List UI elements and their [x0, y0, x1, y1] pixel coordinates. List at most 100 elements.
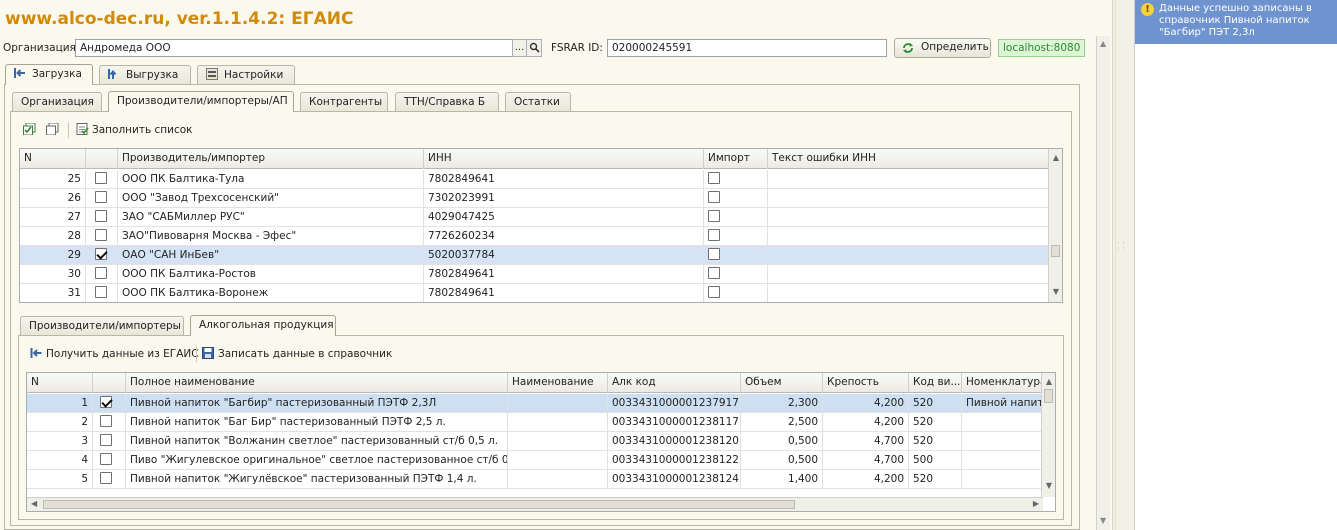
cell-import[interactable] — [704, 265, 768, 284]
col-header-kind-code[interactable]: Код ви... — [909, 373, 962, 393]
scroll-down-arrow[interactable]: ▼ — [1045, 481, 1053, 491]
subtab-alcohol-products[interactable]: Алкогольная продукция — [190, 315, 336, 336]
splitter[interactable]: · · · · — [1112, 0, 1134, 530]
fsrar-id-field[interactable]: 020000245591 — [607, 39, 887, 57]
scroll-left-arrow[interactable]: ◀ — [31, 499, 37, 508]
table-row[interactable]: 4 Пиво "Жигулевское оригинальное" светлое… — [27, 451, 1043, 470]
tab-load[interactable]: Загрузка — [5, 64, 93, 85]
col-header-n[interactable]: N — [20, 149, 86, 169]
cell-check[interactable] — [86, 189, 118, 208]
table-row[interactable]: 25 ООО ПК Балтика-Тула 7802849641 — [20, 170, 1050, 189]
scroll-up-arrow[interactable]: ▲ — [1045, 377, 1053, 387]
import-checkbox[interactable] — [708, 210, 720, 222]
notification-message[interactable]: ! Данные успешно записаны в справочник П… — [1135, 0, 1337, 44]
row-checkbox[interactable] — [100, 434, 112, 446]
table-row[interactable]: 1 Пивной напиток "Багбир" пастеризованный… — [27, 394, 1043, 413]
scroll-right-arrow[interactable]: ▶ — [1033, 499, 1039, 508]
table-row[interactable]: 30 ООО ПК Балтика-Ростов 7802849641 — [20, 265, 1050, 284]
scroll-thumb[interactable] — [1051, 245, 1060, 257]
cell-import[interactable] — [704, 227, 768, 246]
save-to-reference-button[interactable]: Записать данные в справочник — [202, 347, 392, 361]
table-row[interactable]: 27 ЗАО "САБМиллер РУС" 4029047425 — [20, 208, 1050, 227]
cell-check[interactable] — [93, 451, 126, 470]
table-row[interactable]: 28 ЗАО"Пивоварня Москва - Эфес" 7726260234 — [20, 227, 1050, 246]
cell-import[interactable] — [704, 284, 768, 302]
scroll-thumb[interactable] — [1044, 389, 1053, 403]
col-header-nomenclature[interactable]: Номенклатура — [962, 373, 1043, 393]
col-header-inn-error[interactable]: Текст ошибки ИНН — [768, 149, 1050, 169]
row-checkbox[interactable] — [95, 286, 107, 298]
scroll-down-arrow[interactable]: ▼ — [1052, 287, 1060, 297]
splitter-grip[interactable]: · · · · — [1117, 239, 1125, 253]
cell-check[interactable] — [93, 394, 126, 413]
col-header-alc-code[interactable]: Алк код — [608, 373, 741, 393]
scroll-up-arrow[interactable]: ▲ — [1100, 39, 1106, 48]
cell-check[interactable] — [86, 170, 118, 189]
col-header-inn[interactable]: ИНН — [424, 149, 704, 169]
col-header-full-name[interactable]: Полное наименование — [126, 373, 508, 393]
import-checkbox[interactable] — [708, 229, 720, 241]
subtab-producers-importers[interactable]: Производители/импортеры — [20, 316, 184, 336]
table-row[interactable]: 3 Пивной напиток "Волжанин светлое" пасте… — [27, 432, 1043, 451]
subtab-counterparties[interactable]: Контрагенты — [300, 92, 388, 112]
scroll-down-arrow[interactable]: ▼ — [1100, 516, 1106, 525]
table-row[interactable]: 5 Пивной напиток "Жигулёвское" пастеризов… — [27, 470, 1043, 489]
col-header-check[interactable] — [93, 373, 126, 393]
col-header-n[interactable]: N — [27, 373, 93, 393]
subtab-producers[interactable]: Производители/импортеры/АП — [108, 91, 294, 112]
org-search-button[interactable] — [526, 39, 542, 57]
cell-check[interactable] — [86, 265, 118, 284]
tab-upload[interactable]: Выгрузка — [99, 65, 191, 85]
select-all-button[interactable] — [23, 123, 39, 137]
table-row[interactable]: 2 Пивной напиток "Баг Бир" пастеризованны… — [27, 413, 1043, 432]
subtab-organization[interactable]: Организация — [12, 92, 102, 112]
col-header-volume[interactable]: Объем — [741, 373, 823, 393]
org-field[interactable]: Андромеда ООО — [75, 39, 513, 57]
row-checkbox[interactable] — [95, 172, 107, 184]
alcohol-table-vscrollbar[interactable]: ▲ ▼ — [1041, 373, 1055, 497]
cell-check[interactable] — [86, 284, 118, 302]
scroll-up-arrow[interactable]: ▲ — [1052, 153, 1060, 163]
hscroll-thumb[interactable] — [43, 500, 795, 509]
import-checkbox[interactable] — [708, 286, 720, 298]
cell-check[interactable] — [86, 227, 118, 246]
fill-list-button[interactable]: Заполнить список — [76, 123, 193, 137]
row-checkbox[interactable] — [100, 472, 112, 484]
table-row[interactable]: 31 ООО ПК Балтика-Воронеж 7802849641 — [20, 284, 1050, 302]
alcohol-table-hscrollbar[interactable]: ◀ ▶ — [27, 497, 1043, 511]
import-checkbox[interactable] — [708, 267, 720, 279]
row-checkbox[interactable] — [95, 210, 107, 222]
subtab-ttn[interactable]: ТТН/Справка Б — [395, 92, 499, 112]
row-checkbox[interactable] — [95, 267, 107, 279]
row-checkbox[interactable] — [100, 396, 112, 408]
cell-check[interactable] — [93, 470, 126, 489]
row-checkbox[interactable] — [95, 248, 107, 260]
col-header-name[interactable]: Наименование — [508, 373, 608, 393]
main-window-scrollbar[interactable]: ▲ ▼ — [1096, 36, 1110, 530]
uncheck-all-button[interactable] — [46, 123, 62, 137]
col-header-strength[interactable]: Крепость — [823, 373, 909, 393]
cell-import[interactable] — [704, 208, 768, 227]
org-select-button[interactable]: ... — [512, 39, 527, 57]
row-checkbox[interactable] — [95, 229, 107, 241]
cell-check[interactable] — [93, 432, 126, 451]
subtab-stock[interactable]: Остатки — [505, 92, 571, 112]
row-checkbox[interactable] — [100, 453, 112, 465]
cell-check[interactable] — [86, 208, 118, 227]
detect-button[interactable]: Определить — [894, 38, 991, 58]
tab-settings[interactable]: Настройки — [197, 65, 295, 85]
col-header-producer[interactable]: Производитель/импортер — [118, 149, 424, 169]
cell-import[interactable] — [704, 246, 768, 265]
import-checkbox[interactable] — [708, 172, 720, 184]
table-row[interactable]: 26 ООО "Завод Трехсосенский" 7302023991 — [20, 189, 1050, 208]
col-header-check[interactable] — [86, 149, 118, 169]
col-header-import[interactable]: Импорт — [704, 149, 768, 169]
import-checkbox[interactable] — [708, 191, 720, 203]
row-checkbox[interactable] — [95, 191, 107, 203]
table-row[interactable]: 29 ОАО "САН ИнБев" 5020037784 — [20, 246, 1050, 265]
row-checkbox[interactable] — [100, 415, 112, 427]
cell-import[interactable] — [704, 189, 768, 208]
cell-check[interactable] — [86, 246, 118, 265]
get-egais-data-button[interactable]: Получить данные из ЕГАИС — [30, 347, 199, 361]
producers-table-scrollbar[interactable]: ▲ ▼ — [1048, 149, 1062, 302]
